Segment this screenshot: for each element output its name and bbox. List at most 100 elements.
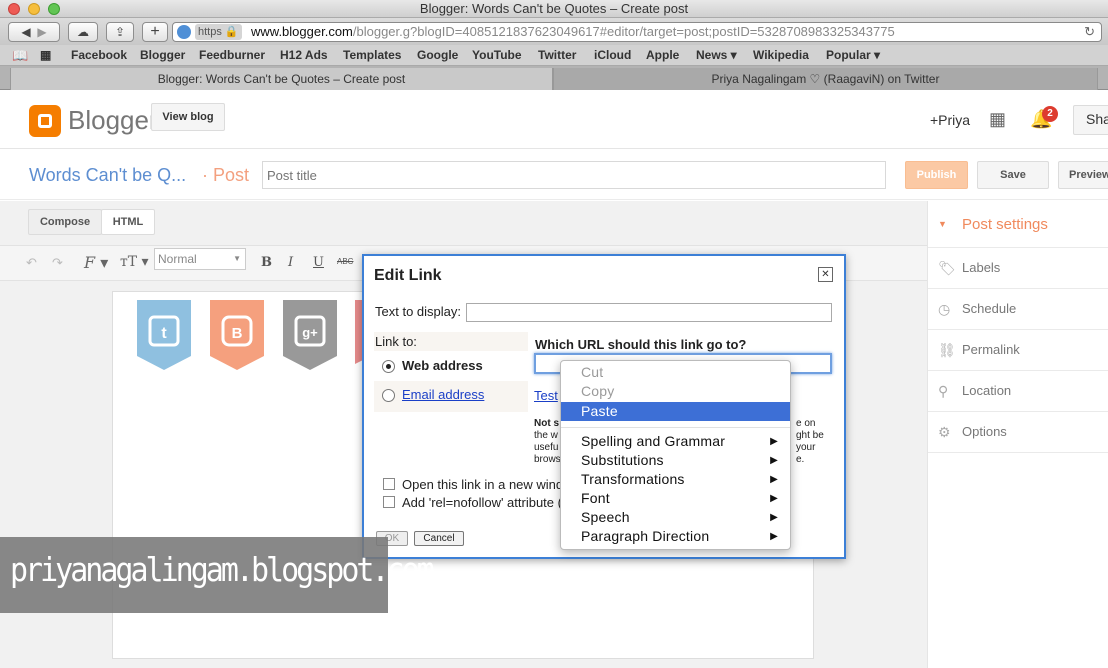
- plus-icon: +: [150, 23, 160, 40]
- google-plus-badge-image: g+: [283, 300, 337, 370]
- sidebar-item-schedule[interactable]: ◷ Schedule: [928, 289, 1108, 330]
- forward-icon[interactable]: ▶: [37, 25, 46, 39]
- bookmark-google[interactable]: Google: [417, 48, 458, 62]
- sidebar-item-options[interactable]: ⚙ Options: [928, 412, 1108, 453]
- top-sites-icon[interactable]: ▦: [40, 48, 51, 62]
- menu-item-font[interactable]: Font ▶: [561, 489, 790, 508]
- https-badge: https 🔒: [195, 24, 242, 40]
- compose-tab[interactable]: Compose: [28, 209, 102, 235]
- share-button[interactable]: Sha: [1073, 105, 1108, 135]
- format-select[interactable]: Normal ▼: [154, 248, 246, 270]
- bookmarks-bar: 📖 ▦ Facebook Blogger Feedburner H12 Ads …: [0, 45, 1108, 66]
- url-question-label: Which URL should this link go to?: [535, 337, 747, 352]
- italic-icon[interactable]: I: [288, 255, 293, 270]
- blogger-badge-image: B: [210, 300, 264, 370]
- web-address-radio[interactable]: [382, 360, 395, 373]
- svg-text:g+: g+: [302, 325, 318, 340]
- menu-item-copy[interactable]: Copy: [561, 382, 790, 401]
- menu-item-paste[interactable]: Paste: [561, 402, 790, 421]
- dropdown-arrow-icon: ▼: [233, 254, 241, 263]
- close-icon[interactable]: ✕: [818, 267, 833, 282]
- redo-icon[interactable]: ↷: [52, 255, 63, 271]
- url-domain: www.blogger.com: [251, 24, 353, 39]
- new-window-checkbox[interactable]: [383, 478, 395, 490]
- reading-list-icon[interactable]: 📖: [12, 48, 28, 64]
- email-address-radio[interactable]: [382, 389, 395, 402]
- back-icon[interactable]: ◀: [21, 25, 30, 39]
- blogger-logo-icon[interactable]: [29, 105, 61, 137]
- test-link[interactable]: Test: [534, 388, 558, 403]
- close-window-icon[interactable]: [8, 3, 20, 15]
- undo-icon[interactable]: ↶: [26, 255, 37, 271]
- menu-item-spelling-grammar[interactable]: Spelling and Grammar ▶: [561, 432, 790, 451]
- bookmark-popular[interactable]: Popular ▾: [826, 48, 880, 62]
- view-blog-button[interactable]: View blog: [151, 103, 225, 131]
- apps-grid-icon[interactable]: ▦: [989, 109, 1006, 130]
- address-bar[interactable]: https 🔒 www.blogger.com/blogger.g?blogID…: [172, 22, 1102, 42]
- email-address-option[interactable]: Email address: [374, 381, 528, 411]
- blogger-header: Blogger View blog +Priya ▦ 🔔 2 Sha: [0, 91, 1108, 149]
- post-title-input[interactable]: [262, 161, 886, 189]
- watermark-overlay: priyanagalingam.blogspot.com: [0, 537, 435, 613]
- share-button[interactable]: ⇪: [106, 22, 134, 42]
- reload-icon[interactable]: ↻: [1084, 23, 1095, 41]
- globe-icon: [177, 25, 191, 39]
- new-tab-button[interactable]: +: [142, 22, 168, 42]
- post-label: · Post: [202, 165, 250, 185]
- bold-icon[interactable]: B: [261, 255, 272, 270]
- notification-count-badge: 2: [1042, 106, 1058, 122]
- save-button[interactable]: Save: [977, 161, 1049, 189]
- back-forward-buttons[interactable]: ◀ ▶: [8, 22, 60, 42]
- menu-item-paragraph-direction[interactable]: Paragraph Direction ▶: [561, 527, 790, 546]
- submenu-arrow-icon: ▶: [770, 474, 778, 485]
- sidebar-item-permalink[interactable]: ⛓ Permalink: [928, 330, 1108, 371]
- new-window-label: Open this link in a new wind: [402, 477, 564, 492]
- submenu-arrow-icon: ▶: [770, 493, 778, 504]
- blog-name-link[interactable]: Words Can't be Q...: [29, 165, 186, 186]
- submenu-arrow-icon: ▶: [770, 512, 778, 523]
- font-size-icon[interactable]: тT ▾: [120, 254, 149, 270]
- sidebar-item-labels[interactable]: 🏷 Labels: [928, 248, 1108, 289]
- user-link[interactable]: +Priya: [930, 112, 970, 128]
- share-icon: ⇪: [114, 25, 126, 39]
- strikethrough-icon[interactable]: ABC: [337, 257, 353, 266]
- cancel-button[interactable]: Cancel: [414, 531, 464, 546]
- submenu-arrow-icon: ▶: [770, 436, 778, 447]
- bookmark-templates[interactable]: Templates: [343, 48, 401, 62]
- menu-item-speech[interactable]: Speech ▶: [561, 508, 790, 527]
- bookmark-feedburner[interactable]: Feedburner: [199, 48, 265, 62]
- bookmark-icloud[interactable]: iCloud: [594, 48, 631, 62]
- bookmark-apple[interactable]: Apple: [646, 48, 679, 62]
- bookmark-facebook[interactable]: Facebook: [71, 48, 127, 62]
- lock-icon: 🔒: [224, 26, 239, 38]
- post-settings-heading[interactable]: ▼ Post settings: [928, 201, 1108, 248]
- nofollow-checkbox[interactable]: [383, 496, 395, 508]
- html-tab[interactable]: HTML: [101, 209, 155, 235]
- bookmark-twitter[interactable]: Twitter: [538, 48, 576, 62]
- link-to-label: Link to:: [375, 334, 417, 349]
- dialog-title: Edit Link: [374, 267, 442, 284]
- submenu-arrow-icon: ▶: [770, 531, 778, 542]
- zoom-window-icon[interactable]: [48, 3, 60, 15]
- web-address-option[interactable]: Web address: [374, 351, 528, 381]
- svg-text:B: B: [232, 325, 243, 342]
- menu-item-cut[interactable]: Cut: [561, 363, 790, 382]
- sidebar-item-location[interactable]: ⚲ Location: [928, 371, 1108, 412]
- bookmark-h12-ads[interactable]: H12 Ads: [280, 48, 328, 62]
- minimize-window-icon[interactable]: [28, 3, 40, 15]
- bookmark-wikipedia[interactable]: Wikipedia: [753, 48, 809, 62]
- tab-twitter[interactable]: Priya Nagalingam ♡ (RaagaviN) on Twitter: [553, 68, 1098, 90]
- underline-icon[interactable]: U: [313, 255, 324, 270]
- menu-item-substitutions[interactable]: Substitutions ▶: [561, 451, 790, 470]
- bookmark-blogger[interactable]: Blogger: [140, 48, 185, 62]
- tab-blogger[interactable]: Blogger: Words Can't be Quotes – Create …: [10, 68, 553, 90]
- publish-button[interactable]: Publish: [905, 161, 968, 189]
- bookmark-youtube[interactable]: YouTube: [472, 48, 522, 62]
- icloud-tabs-button[interactable]: ☁: [68, 22, 98, 42]
- font-family-icon[interactable]: F ▾: [84, 253, 108, 272]
- text-to-display-input[interactable]: [466, 303, 832, 322]
- menu-item-transformations[interactable]: Transformations ▶: [561, 470, 790, 489]
- bookmark-news[interactable]: News ▾: [696, 48, 737, 62]
- location-pin-icon: ⚲: [938, 383, 949, 399]
- preview-button[interactable]: Preview: [1058, 161, 1108, 189]
